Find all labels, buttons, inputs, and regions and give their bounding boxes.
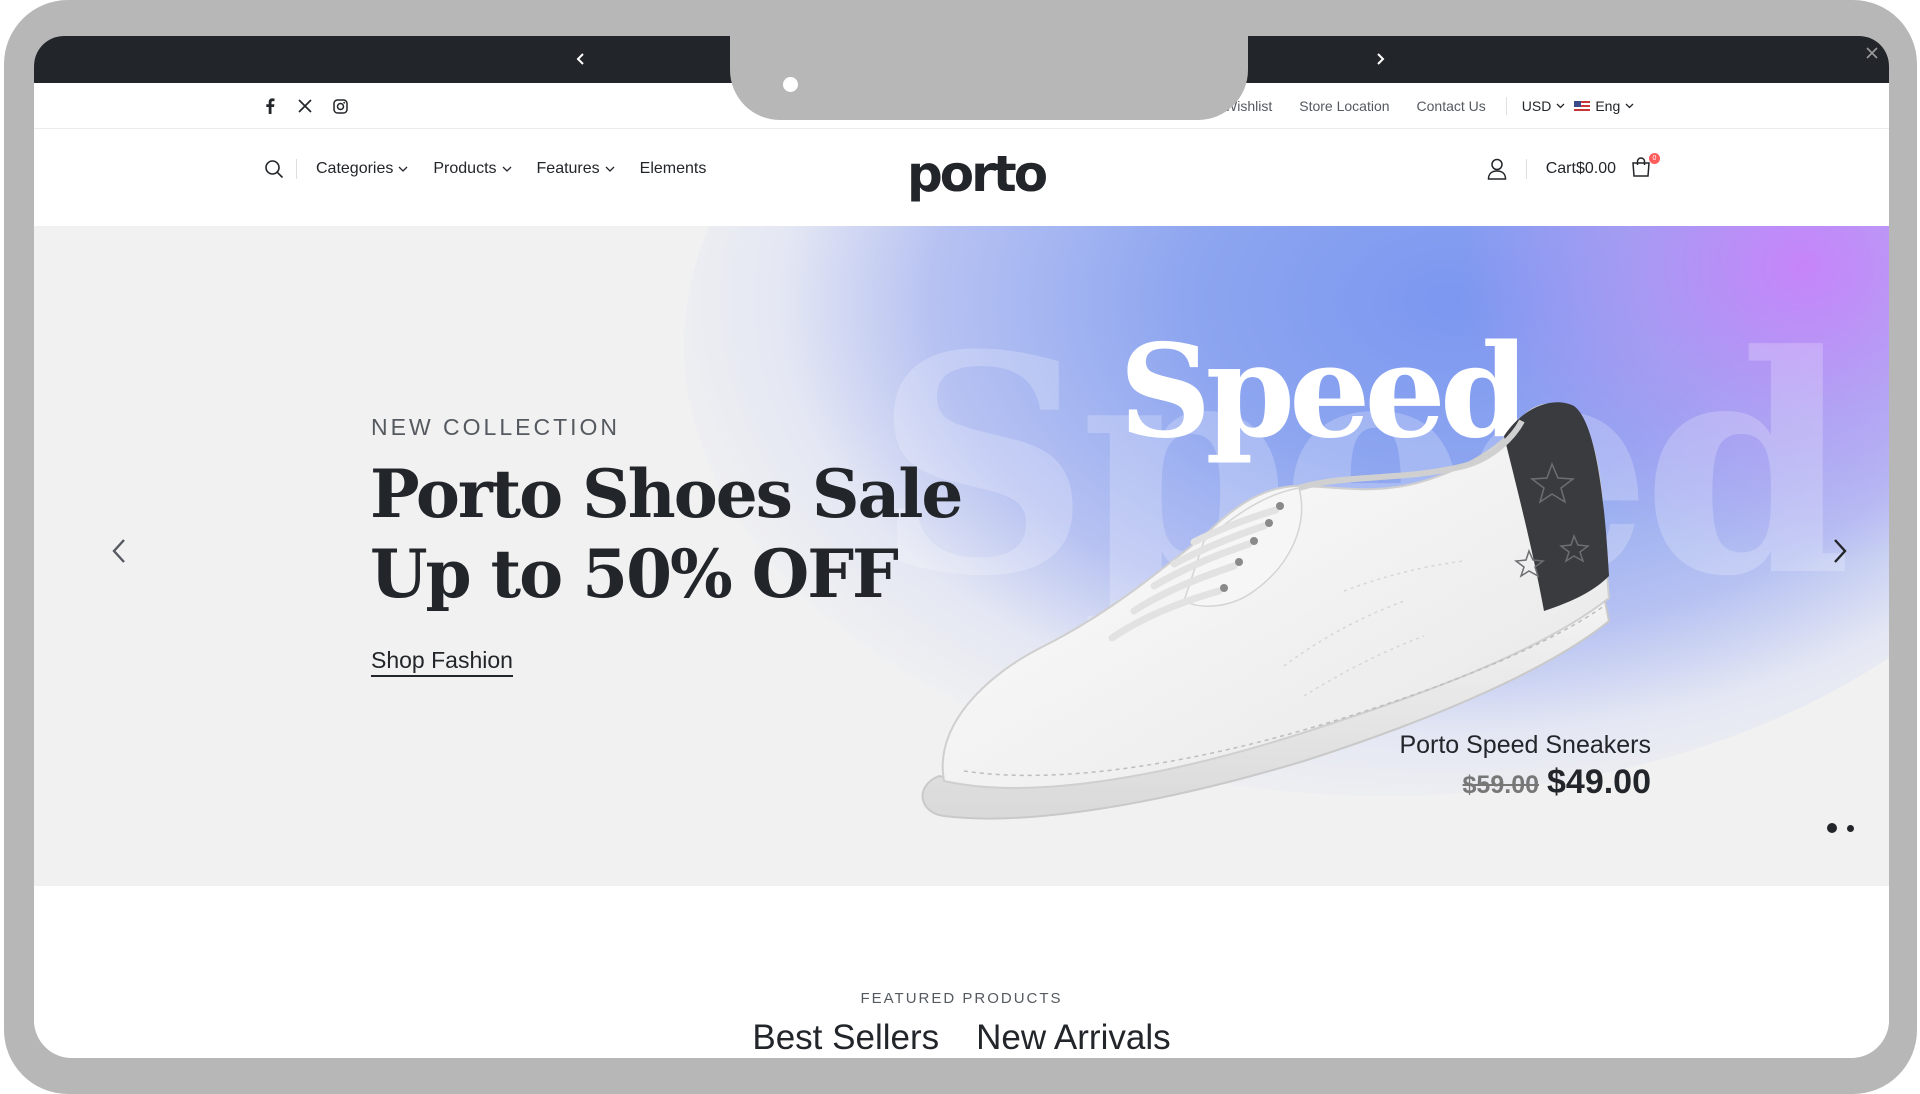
chevron-left-icon (112, 539, 125, 563)
nav-item-categories[interactable]: Categories (316, 160, 408, 178)
price-old: $59.00 (1462, 771, 1539, 799)
nav-item-label: Elements (639, 160, 707, 177)
cart-button[interactable]: Cart$0.00 0 (1546, 153, 1660, 182)
chevron-down-icon (605, 166, 615, 172)
slider-dot-2[interactable] (1847, 824, 1854, 832)
hero-headline-line2: Up to 50% OFF (370, 535, 899, 613)
hero-slider: Speed Speed NEW COLLECTION Porto Shoes S… (34, 226, 1889, 886)
x-link[interactable] (295, 96, 315, 116)
camera-icon (783, 77, 798, 92)
instagram-link[interactable] (330, 96, 350, 116)
device-frame: Wishlist Store Location Contact Us USD E… (4, 0, 1917, 1094)
account-button[interactable] (1487, 158, 1507, 180)
shop-fashion-link[interactable]: Shop Fashion (371, 647, 513, 677)
cart-total: $0.00 (1575, 160, 1616, 177)
search-icon (265, 160, 284, 179)
chevron-right-icon (1377, 53, 1385, 65)
featured-tabs: Best Sellers New Arrivals (34, 1018, 1889, 1058)
site-logo[interactable]: porto (907, 145, 1048, 203)
x-icon (298, 99, 312, 113)
facebook-link[interactable] (260, 96, 280, 116)
tab-best-sellers[interactable]: Best Sellers (752, 1018, 939, 1058)
nav-item-elements[interactable]: Elements (640, 160, 707, 178)
main-header: Categories Products Features Elements po… (34, 129, 1889, 226)
camera-notch (730, 36, 1248, 120)
chevron-down-icon (1625, 103, 1634, 109)
hero-next-button[interactable] (1825, 531, 1855, 571)
currency-switcher[interactable]: USD (1522, 98, 1566, 114)
slider-pagination (1827, 823, 1854, 833)
slider-dot-1[interactable] (1827, 823, 1837, 833)
featured-label: FEATURED PRODUCTS (860, 990, 1063, 1007)
currency-value: USD (1521, 98, 1552, 114)
hero-headline-line1: Porto Shoes Sale (370, 455, 963, 533)
cart-label: Cart (1545, 160, 1576, 177)
cart-count-badge: 0 (1649, 153, 1660, 164)
price-new: $49.00 (1547, 763, 1651, 801)
nav-item-products[interactable]: Products (433, 160, 511, 178)
nav-item-label: Products (433, 160, 497, 177)
cart-text: Cart$0.00 (1546, 160, 1616, 178)
browser-screen: Wishlist Store Location Contact Us USD E… (34, 36, 1889, 1058)
hero-product-name[interactable]: Porto Speed Sneakers (1399, 731, 1651, 760)
us-flag-icon (1574, 100, 1591, 112)
featured-products-section: FEATURED PRODUCTS Best Sellers New Arriv… (34, 886, 1889, 1058)
chevron-down-icon (502, 166, 511, 172)
top-links: Wishlist Store Location Contact Us USD E… (1224, 95, 1634, 117)
chevron-left-icon (576, 53, 584, 65)
chevron-right-icon (1834, 539, 1847, 563)
tab-new-arrivals[interactable]: New Arrivals (976, 1018, 1170, 1058)
announcement-close-button[interactable] (1865, 46, 1887, 72)
top-link-store-location[interactable]: Store Location (1299, 98, 1389, 114)
announcement-prev-button[interactable] (568, 46, 594, 72)
nav-divider (296, 159, 297, 179)
close-icon (1866, 47, 1878, 59)
hero-eyebrow: NEW COLLECTION (371, 414, 621, 440)
main-nav: Categories Products Features Elements (264, 159, 731, 179)
announcement-next-button[interactable] (1367, 46, 1393, 72)
top-link-contact-us[interactable]: Contact Us (1417, 98, 1486, 114)
chevron-down-icon (1556, 103, 1565, 109)
language-value: Eng (1595, 98, 1621, 114)
hero-prev-button[interactable] (104, 531, 134, 571)
header-actions: Cart$0.00 0 (1487, 153, 1660, 182)
chevron-down-icon (398, 166, 408, 172)
user-icon (1487, 158, 1506, 180)
shopping-bag-icon: 0 (1630, 153, 1660, 182)
top-links-divider (1505, 97, 1507, 115)
hero-headline: Porto Shoes Sale Up to 50% OFF (370, 454, 963, 614)
search-button[interactable] (264, 159, 284, 179)
header-divider (1525, 159, 1527, 179)
hero-price: $59.00 $49.00 (1463, 763, 1651, 802)
nav-item-label: Categories (316, 160, 394, 177)
nav-item-label: Features (536, 160, 600, 177)
facebook-icon (266, 98, 275, 114)
instagram-icon (332, 98, 348, 114)
language-switcher[interactable]: Eng (1574, 98, 1634, 114)
nav-item-features[interactable]: Features (537, 160, 615, 178)
